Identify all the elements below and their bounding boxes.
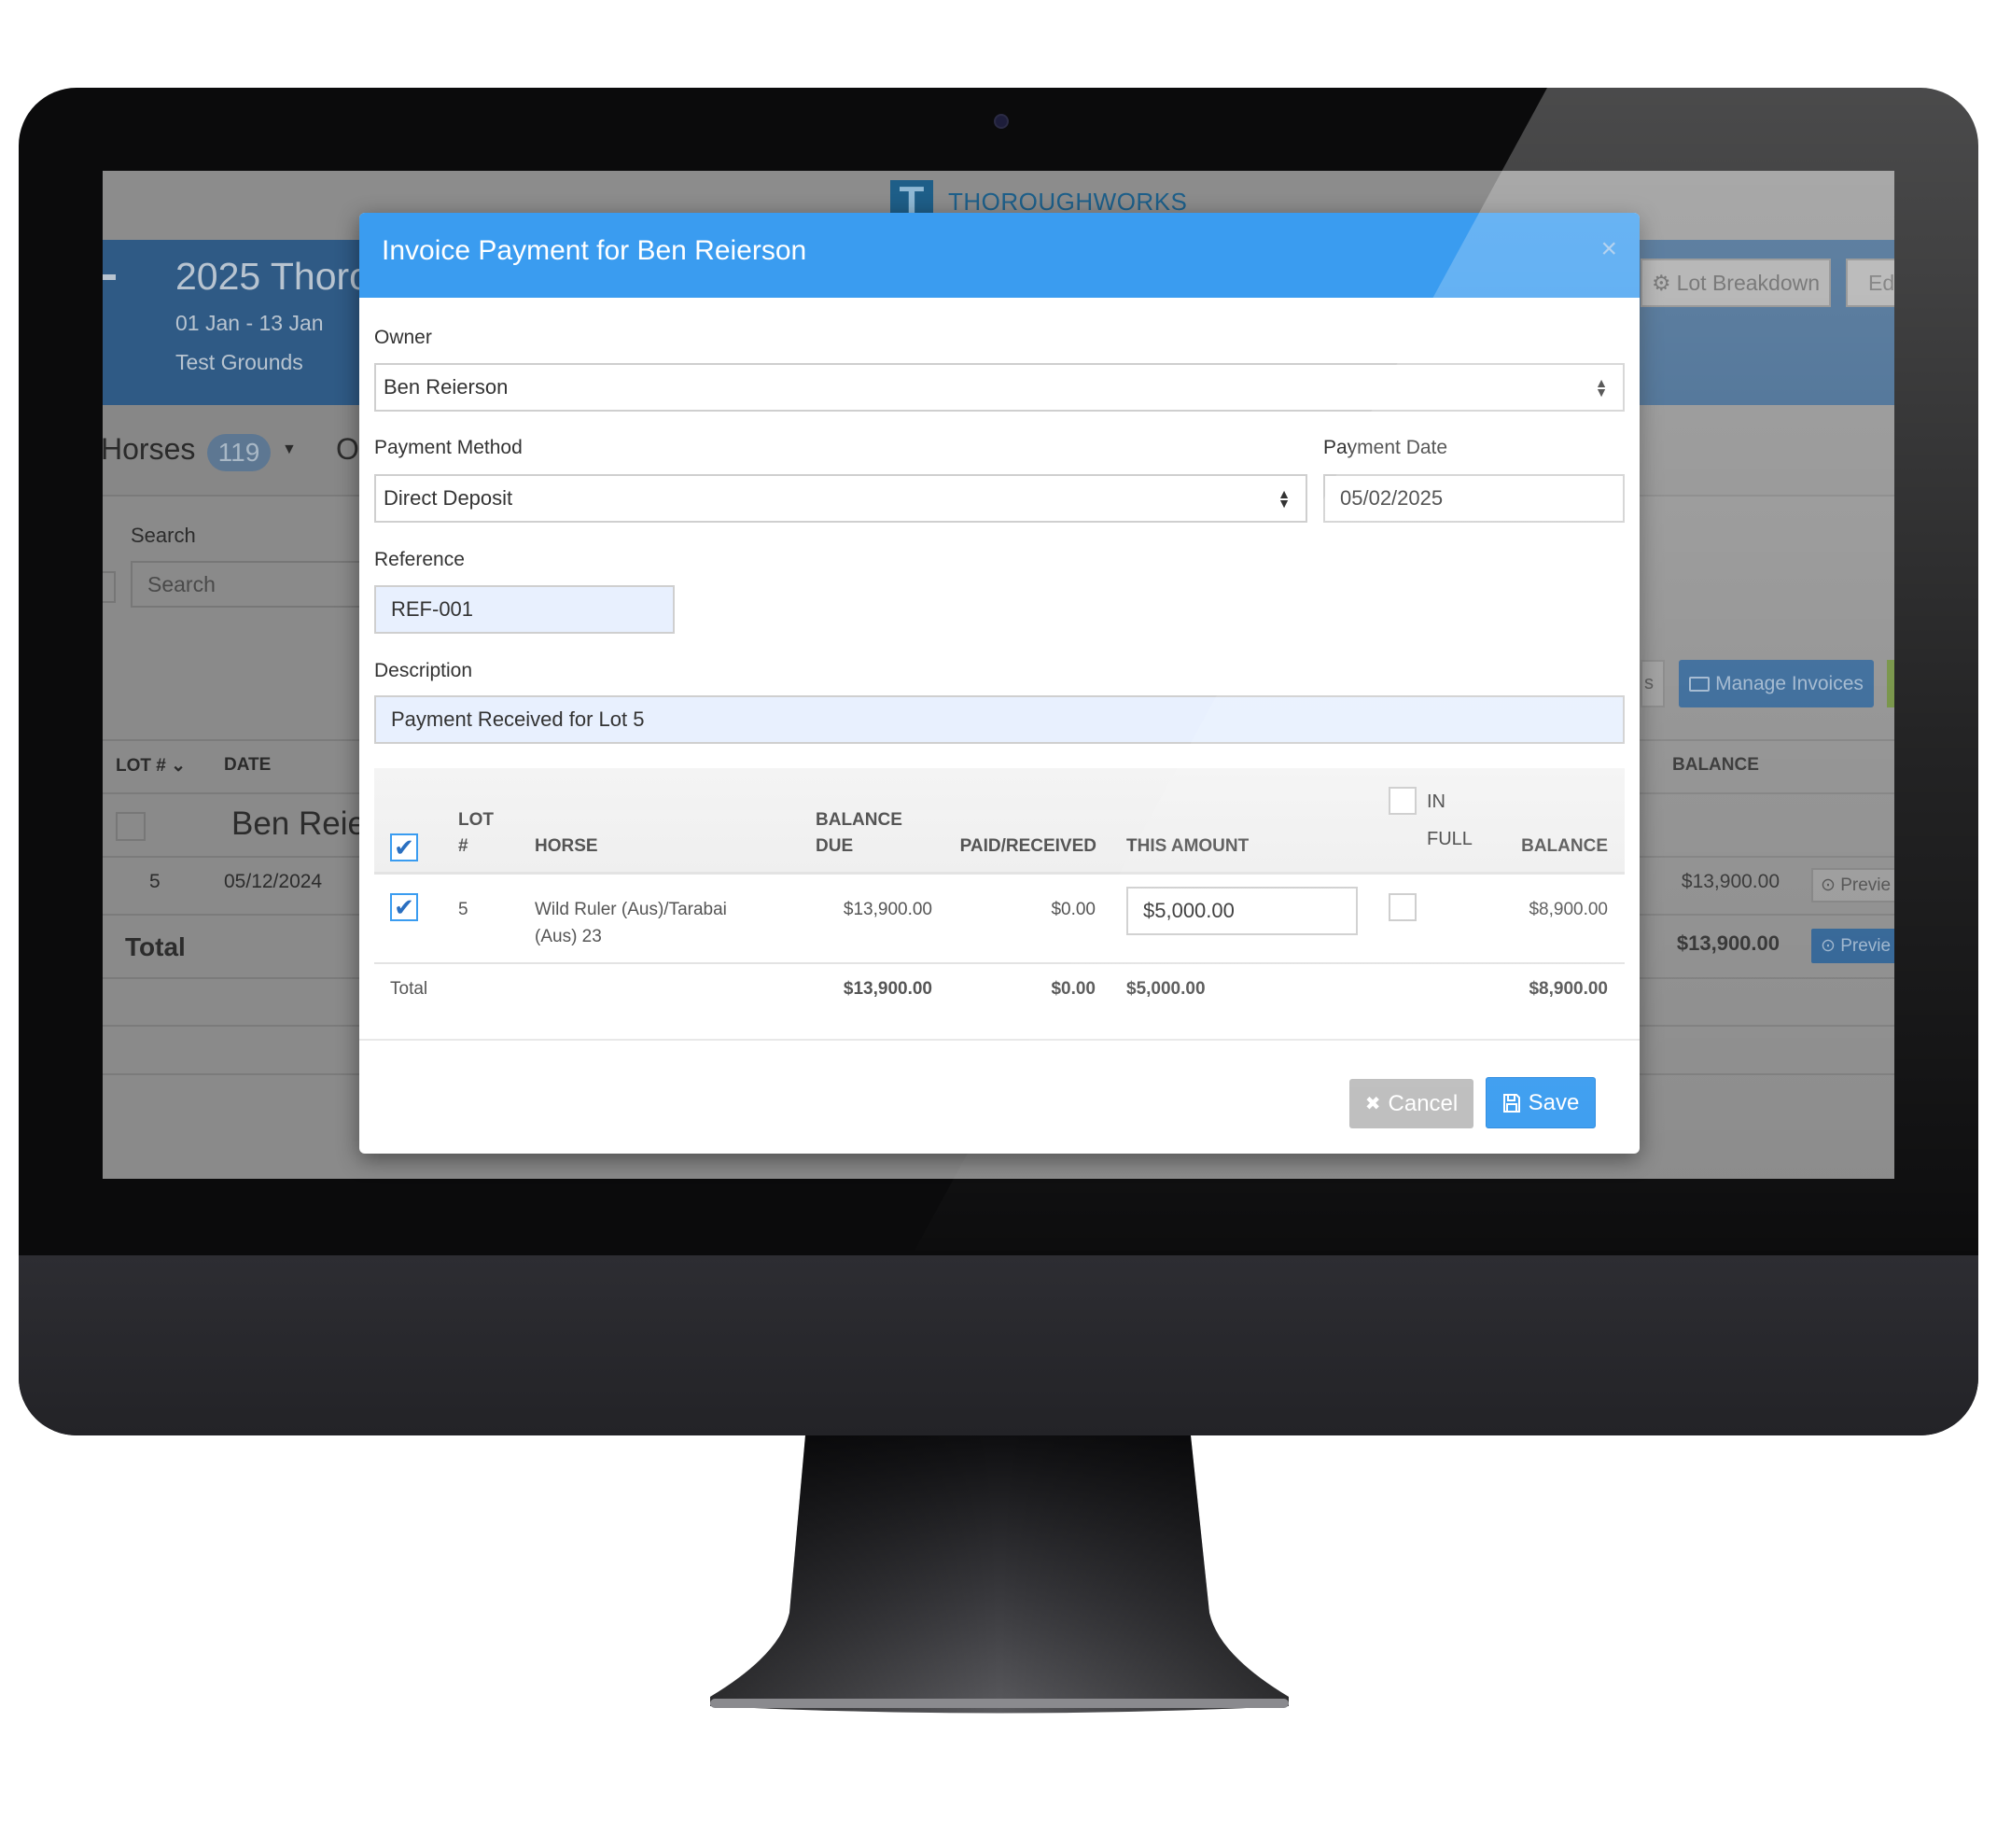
header-lot: LOT [458, 810, 494, 830]
total-paid: $0.00 [1051, 979, 1096, 999]
column-date[interactable]: DATE [224, 755, 271, 776]
row-date: 05/12/2024 [224, 871, 323, 892]
total-balance-due: $13,900.00 [843, 979, 932, 999]
owner-label: Owner [374, 327, 432, 348]
column-lot[interactable]: LOT # ⌄ [116, 755, 186, 777]
total-label: Total [125, 932, 186, 961]
payment-method-value: Direct Deposit [384, 486, 513, 510]
reference-input[interactable]: REF-001 [374, 585, 675, 634]
green-action-button[interactable] [1887, 660, 1894, 707]
partial-button[interactable]: s [1641, 660, 1665, 707]
header-balance: BALANCE [1521, 836, 1608, 856]
row-horse-line1: Wild Ruler (Aus)/Tarabai [535, 900, 727, 919]
monitor-chin [19, 1255, 1978, 1435]
close-icon[interactable]: × [1600, 233, 1617, 265]
column-balance[interactable]: BALANCE [1672, 755, 1759, 776]
total-balance: $8,900.00 [1529, 979, 1608, 999]
owner-value: Ben Reierson [384, 375, 509, 399]
header-in: IN [1427, 791, 1445, 812]
row-balance-due: $13,900.00 [843, 900, 932, 919]
row-paid: $0.00 [1051, 900, 1096, 919]
lot-breakdown-label: Lot Breakdown [1676, 270, 1821, 295]
select-arrows-icon: ▲ ▼ [1278, 486, 1291, 511]
select-all-checkbox[interactable]: ✔ [390, 833, 418, 861]
header-this-amount: THIS AMOUNT [1126, 836, 1250, 856]
row-lot: 5 [149, 871, 161, 892]
sale-venue: Test Grounds [175, 350, 303, 374]
owner-select[interactable]: Ben Reierson ▲ ▼ [374, 363, 1625, 412]
monitor-stand [710, 1435, 1289, 1714]
preview-button[interactable]: ⊙ Previe [1811, 868, 1894, 903]
manage-invoices-button[interactable]: Manage Invoices [1679, 660, 1874, 707]
header-lot-hash: # [458, 836, 468, 856]
collapse-icon[interactable] [103, 274, 116, 280]
eye-icon: ⊙ [1821, 875, 1836, 895]
eye-icon: ⊙ [1821, 936, 1836, 956]
save-button[interactable]: Save [1486, 1077, 1596, 1128]
cancel-button[interactable]: ✖ Cancel [1349, 1079, 1473, 1128]
row-checkbox[interactable]: ✔ [390, 893, 418, 921]
check-icon: ✔ [394, 893, 414, 921]
row-divider [374, 962, 1625, 964]
manage-invoices-label: Manage Invoices [1715, 672, 1864, 694]
row-balance: $8,900.00 [1529, 900, 1608, 919]
camera-dot [994, 114, 1009, 129]
description-label: Description [374, 660, 473, 681]
save-label: Save [1528, 1089, 1580, 1115]
reference-label: Reference [374, 549, 465, 570]
row-lot: 5 [458, 900, 468, 919]
cancel-label: Cancel [1388, 1090, 1459, 1116]
horses-count-badge: 119 [207, 434, 271, 471]
printer-icon [1689, 676, 1711, 692]
description-input[interactable]: Payment Received for Lot 5 [374, 695, 1625, 744]
caret-down-icon[interactable]: ▼ [282, 441, 297, 458]
modal-title: Invoice Payment for Ben Reierson [382, 235, 807, 266]
payment-date-label: Payment Date [1323, 437, 1448, 458]
group-owner-name: Ben Reie [231, 805, 366, 842]
header-due: DUE [816, 836, 854, 856]
total-balance: $13,900.00 [1676, 931, 1780, 955]
search-label: Search [131, 524, 196, 547]
this-amount-input[interactable]: $5,000.00 [1126, 887, 1358, 935]
floppy-disk-icon [1502, 1093, 1520, 1113]
total-label: Total [390, 979, 428, 999]
payment-method-label: Payment Method [374, 437, 523, 458]
header-horse: HORSE [535, 836, 598, 856]
chevron-down-icon: ⌄ [171, 756, 187, 776]
header-balance-due: BALANCE [816, 810, 902, 830]
lot-breakdown-button[interactable]: ⚙ Lot Breakdown [1641, 259, 1831, 307]
header-paid-received: PAID/RECEIVED [959, 836, 1096, 856]
gear-icon: ⚙ [1651, 270, 1671, 295]
check-icon: ✔ [394, 833, 414, 861]
payment-method-select[interactable]: Direct Deposit ▲ ▼ [374, 474, 1307, 523]
row-in-full-checkbox[interactable] [1389, 893, 1417, 921]
select-arrows-icon: ▲ ▼ [1595, 375, 1608, 399]
row-balance: $13,900.00 [1681, 871, 1780, 892]
payment-date-input[interactable]: 05/02/2025 [1323, 474, 1625, 523]
select-checkbox[interactable] [103, 571, 116, 603]
row-horse-line2: (Aus) 23 [535, 927, 602, 946]
header-full: FULL [1427, 829, 1473, 849]
tab-next[interactable]: O [336, 432, 359, 467]
invoice-payment-modal: Invoice Payment for Ben Reierson × Owner… [359, 213, 1640, 1154]
total-preview-button[interactable]: ⊙ Previe [1811, 929, 1894, 963]
in-full-all-checkbox[interactable] [1389, 787, 1417, 815]
footer-divider [359, 1039, 1640, 1041]
total-this-amount: $5,000.00 [1126, 979, 1206, 999]
tab-horses[interactable]: Horses [103, 432, 195, 467]
edit-button[interactable]: Edi [1846, 259, 1894, 307]
payment-table-header [374, 768, 1625, 875]
group-checkbox[interactable] [116, 812, 146, 841]
sale-dates: 01 Jan - 13 Jan [175, 311, 324, 335]
x-icon: ✖ [1364, 1094, 1381, 1114]
